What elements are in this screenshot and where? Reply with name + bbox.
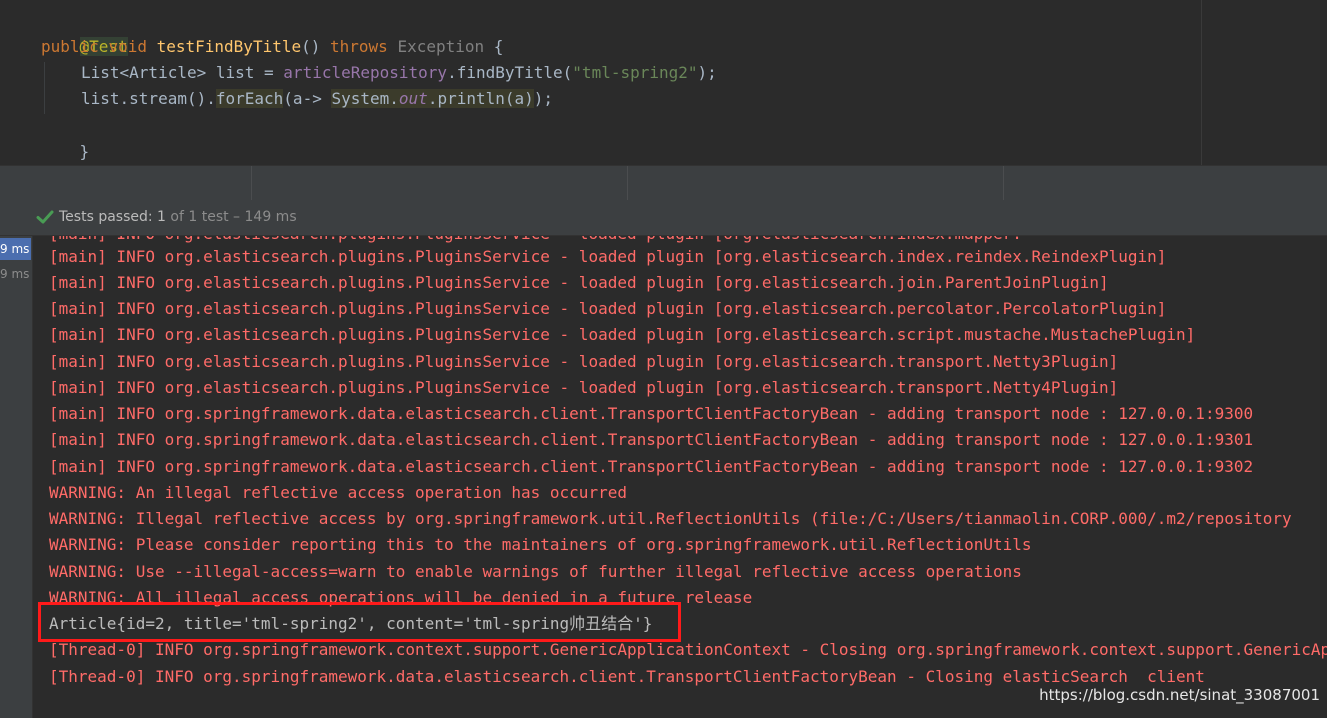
code-line-find-by-title[interactable]: List<Article> list = articleRepository.f… [81, 60, 717, 86]
console-output[interactable]: [main] INFO org.elasticsearch.plugins.Pl… [33, 236, 1327, 718]
repository-field: articleRepository [283, 63, 448, 82]
out-field: out [398, 89, 428, 108]
exception-type: Exception [397, 37, 485, 56]
code-line-close-brace[interactable]: } [41, 113, 90, 161]
right-margin-guide [1201, 0, 1202, 165]
log-line: [main] INFO org.springframework.data.ela… [49, 404, 1254, 423]
watermark: https://blog.csdn.net/sinat_33087001 [1039, 686, 1320, 704]
keyword-void: void [108, 37, 147, 56]
foreach-call: forEach [215, 89, 284, 108]
status-passed-count: 1 [157, 209, 166, 225]
log-line: WARNING: Illegal reflective access by or… [49, 509, 1292, 528]
statement-end: ); [697, 63, 717, 82]
lambda-start: (a-> [283, 89, 332, 108]
test-status-bar: Tests passed: 1 of 1 test – 149 ms [0, 200, 1327, 236]
check-icon [36, 210, 54, 224]
header-divider [627, 166, 628, 200]
log-line: [main] INFO org.springframework.data.ela… [49, 430, 1254, 449]
status-detail: of 1 test – 149 ms [165, 209, 297, 225]
code-line-annotation[interactable]: @Test [41, 8, 128, 56]
test-tree-panel[interactable]: 9 ms 9 ms [0, 236, 33, 718]
system-class: System. [331, 89, 399, 108]
statement-end-2: ); [533, 89, 554, 108]
log-line: WARNING: Use --illegal-access=warn to en… [49, 562, 1022, 581]
header-divider [1003, 166, 1004, 200]
log-line: [main] INFO org.elasticsearch.plugins.Pl… [49, 378, 1119, 397]
log-line: WARNING: An illegal reflective access op… [49, 483, 627, 502]
tool-window-header [0, 165, 1327, 201]
method-name: testFindByTitle [156, 37, 302, 56]
header-divider [251, 166, 252, 200]
log-line: [main] INFO org.elasticsearch.plugins.Pl… [49, 299, 1167, 318]
close-brace: } [79, 142, 90, 161]
find-call: .findByTitle( [447, 63, 573, 82]
list-declaration: List<Article> list = [81, 63, 284, 82]
code-editor[interactable]: @Test public void testFindByTitle() thro… [0, 0, 1327, 165]
log-line: [main] INFO org.elasticsearch.plugins.Pl… [49, 247, 1167, 266]
test-tree-item-selected[interactable]: 9 ms [0, 238, 31, 260]
result-highlight-box [38, 602, 681, 642]
test-status-text: Tests passed: 1 of 1 test – 149 ms [59, 209, 297, 225]
stream-call: list.stream(). [81, 89, 216, 108]
code-line-foreach[interactable]: list.stream().forEach(a-> System.out.pri… [81, 86, 553, 112]
log-line: [main] INFO org.elasticsearch.plugins.Pl… [49, 325, 1196, 344]
log-line: WARNING: Please consider reporting this … [49, 535, 1032, 554]
keyword-throws: throws [330, 37, 388, 56]
method-parens: () [301, 37, 331, 56]
log-line: [main] INFO org.elasticsearch.plugins.Pl… [49, 273, 1109, 292]
open-brace: { [484, 37, 504, 56]
code-line-method-signature[interactable]: public void testFindByTitle() throws Exc… [41, 34, 503, 60]
keyword-public: public [41, 37, 99, 56]
println-call: .println(a) [427, 89, 534, 108]
log-line: [main] INFO org.elasticsearch.plugins.Pl… [49, 352, 1119, 371]
log-line: [main] INFO org.springframework.data.ela… [49, 457, 1254, 476]
string-argument: "tml-spring2" [572, 63, 698, 82]
test-tree-item[interactable]: 9 ms [0, 263, 31, 285]
status-label: Tests passed: [59, 209, 158, 225]
log-line: [Thread-0] INFO org.springframework.data… [49, 667, 1205, 686]
